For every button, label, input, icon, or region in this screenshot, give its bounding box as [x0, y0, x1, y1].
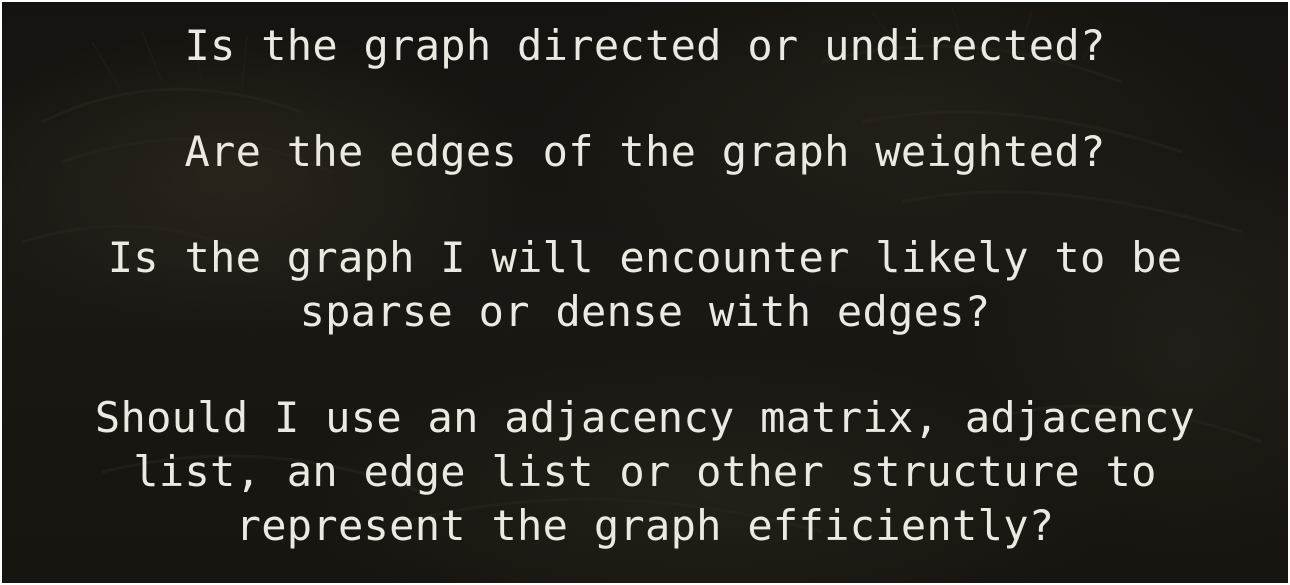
question-representation-line-2: list, an edge list or other structure to	[133, 447, 1157, 496]
question-weighted: Are the edges of the graph weighted?	[184, 127, 1106, 176]
question-representation-line-1: Should I use an adjacency matrix, adjace…	[94, 393, 1196, 442]
slide: Is the graph directed or undirected? Are…	[2, 2, 1288, 583]
question-directed: Is the graph directed or undirected?	[184, 21, 1106, 70]
question-sparse-dense-line-2: sparse or dense with edges?	[299, 287, 991, 336]
question-sparse-dense-line-1: Is the graph I will encounter likely to …	[107, 233, 1183, 282]
question-representation-line-3: represent the graph efficiently?	[235, 501, 1055, 550]
